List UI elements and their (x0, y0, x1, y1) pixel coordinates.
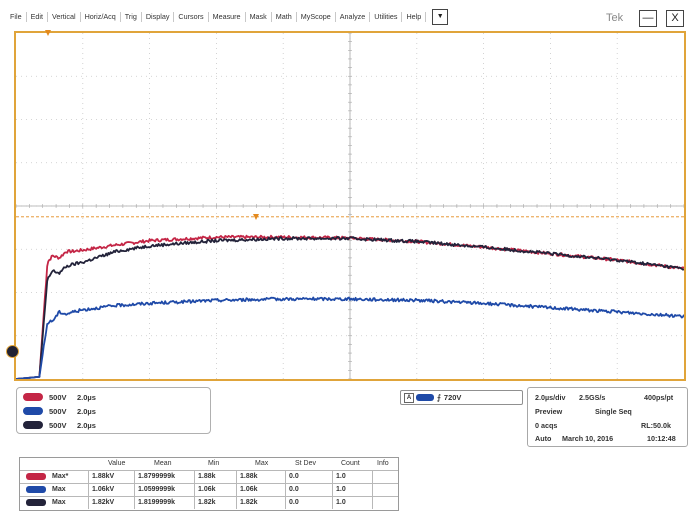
column-divider (332, 470, 333, 509)
ch3-scale: 500V (49, 420, 67, 430)
trigger-slope-icon: ⨍ (437, 393, 441, 402)
menu-math[interactable]: Math (272, 12, 297, 22)
ch3-color-chip (23, 421, 43, 429)
menu-horiz-acq[interactable]: Horiz/Acq (81, 12, 121, 22)
menu-file[interactable]: File (6, 12, 27, 22)
meas-value: 1.82kV (92, 499, 115, 506)
menu-trig[interactable]: Trig (121, 12, 142, 22)
channel-row-3[interactable]: 500V 2.0µs (23, 419, 107, 431)
waveform-graticule[interactable] (14, 31, 686, 381)
trigger-source-letter: A (404, 392, 414, 403)
column-divider (236, 470, 237, 509)
meas-count: 1.0 (336, 486, 346, 493)
record-length: RL:50.0k (641, 421, 671, 430)
header-min: Min (208, 460, 220, 467)
menu-edit[interactable]: Edit (27, 12, 48, 22)
meas-label: Max (52, 499, 66, 506)
ch3-timebase: 2.0µs (77, 420, 96, 430)
menu-myscope[interactable]: MyScope (297, 12, 336, 22)
menu-utilities[interactable]: Utilities (370, 12, 403, 22)
channel-row-1[interactable]: 500V 2.0µs (23, 391, 107, 403)
ch1-color-chip (23, 393, 43, 401)
channel-row-2[interactable]: 500V 2.0µs (23, 405, 107, 417)
column-divider (372, 470, 373, 509)
measurement-table[interactable]: Value Mean Min Max St Dev Count Info Max… (19, 457, 399, 511)
menu-display[interactable]: Display (142, 12, 175, 22)
close-button[interactable]: X (666, 10, 684, 27)
trigger-position-marker-icon[interactable] (253, 214, 259, 220)
waveform-plot (16, 33, 684, 379)
header-count: Count (341, 460, 360, 467)
measurement-row-3[interactable]: Max 1.82kV 1.8199999k 1.82k 1.82k 0.0 1.… (20, 496, 398, 509)
column-divider (285, 470, 286, 509)
meas-max: 1.06k (240, 486, 258, 493)
acquisition-readout[interactable]: 2.0µs/div 2.5GS/s 400ps/pt Preview Singl… (527, 387, 688, 447)
meas-value: 1.06kV (92, 486, 115, 493)
header-info: Info (377, 460, 389, 467)
header-value: Value (108, 460, 126, 467)
header-stdev: St Dev (295, 460, 317, 467)
ch1-timebase: 2.0µs (77, 392, 96, 402)
measurement-row-1[interactable]: Max* 1.88kV 1.8799999k 1.88k 1.88k 0.0 1… (20, 470, 398, 483)
sample-rate: 2.5GS/s (579, 393, 606, 402)
menu-bar: File Edit Vertical Horiz/Acq Trig Displa… (0, 0, 700, 28)
menu-mask[interactable]: Mask (246, 12, 272, 22)
meas-stdev: 0.0 (289, 499, 299, 506)
meas-count: 1.0 (336, 473, 346, 480)
trigger-mode: Auto (535, 434, 552, 443)
acq-date: March 10, 2016 (562, 434, 614, 443)
meas-max: 1.88k (240, 473, 258, 480)
meas-mean: 1.8799999k (138, 473, 175, 480)
channel-ground-marker-icon[interactable] (6, 345, 19, 358)
meas-label: Max (52, 486, 66, 493)
acq-mode: Preview (535, 407, 563, 416)
ch1-color-chip (26, 473, 46, 480)
header-max: Max (255, 460, 269, 467)
meas-min: 1.82k (198, 499, 216, 506)
menu-measure[interactable]: Measure (209, 12, 246, 22)
meas-mean: 1.8199999k (138, 499, 175, 506)
ch2-color-chip (23, 407, 43, 415)
acq-time: 10:12:48 (647, 434, 676, 443)
meas-max: 1.82k (240, 499, 258, 506)
meas-value: 1.88kV (92, 473, 115, 480)
meas-min: 1.88k (198, 473, 216, 480)
column-divider (88, 470, 89, 509)
meas-stdev: 0.0 (289, 473, 299, 480)
menu-help[interactable]: Help (402, 12, 427, 22)
measurement-header-row: Value Mean Min Max St Dev Count Info (20, 458, 398, 470)
measurement-row-2[interactable]: Max 1.06kV 1.0599999k 1.06k 1.06k 0.0 1.… (20, 483, 398, 496)
menu: File Edit Vertical Horiz/Acq Trig Displa… (6, 9, 449, 25)
ch2-color-chip (26, 486, 46, 493)
trigger-readout[interactable]: A ⨍ 720V (400, 390, 523, 405)
header-mean: Mean (154, 460, 172, 467)
horizontal-position-marker-icon[interactable] (45, 30, 51, 36)
meas-stdev: 0.0 (289, 486, 299, 493)
minimize-button[interactable]: — (639, 10, 657, 27)
brand-logo: Tek (606, 12, 624, 24)
menu-vertical[interactable]: Vertical (48, 12, 81, 22)
meas-label: Max* (52, 473, 69, 480)
ch2-scale: 500V (49, 406, 67, 416)
ch2-timebase: 2.0µs (77, 406, 96, 416)
meas-min: 1.06k (198, 486, 216, 493)
menu-analyze[interactable]: Analyze (336, 12, 371, 22)
trigger-source-chip (416, 394, 434, 401)
trigger-level: 720V (443, 393, 462, 402)
horizontal-scale: 2.0µs/div (535, 393, 566, 402)
column-divider (194, 470, 195, 509)
ch1-scale: 500V (49, 392, 67, 402)
menu-cursors[interactable]: Cursors (174, 12, 209, 22)
menu-dropdown-button[interactable]: ▼ (432, 9, 449, 25)
acq-sequence: Single Seq (595, 407, 632, 416)
ch3-color-chip (26, 499, 46, 506)
channel-settings-panel: 500V 2.0µs 500V 2.0µs 500V 2.0µs (16, 387, 211, 434)
column-divider (134, 470, 135, 509)
meas-count: 1.0 (336, 499, 346, 506)
acq-count: 0 acqs (535, 421, 558, 430)
resolution: 400ps/pt (644, 393, 674, 402)
meas-mean: 1.0599999k (138, 486, 175, 493)
